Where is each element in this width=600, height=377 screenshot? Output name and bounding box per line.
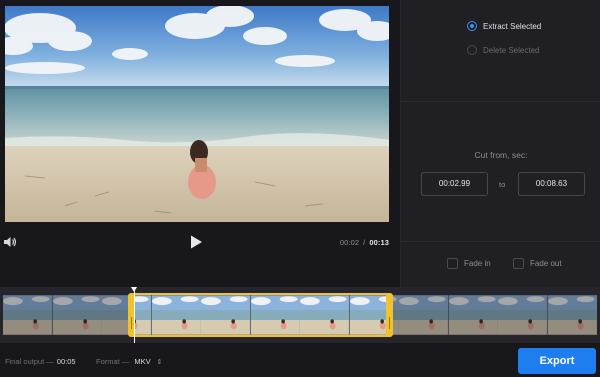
fade-out-label: Fade out (530, 259, 562, 268)
settings-panel: Extract Selected Delete Selected Cut fro… (400, 0, 600, 287)
final-output-value: 00:05 (56, 357, 76, 366)
time-separator: / (363, 238, 366, 247)
fade-in-toggle[interactable]: Fade in (447, 258, 491, 269)
format-value[interactable]: MKV (134, 357, 150, 366)
option-delete-label: Delete Selected (483, 45, 540, 55)
option-delete-selected[interactable]: Delete Selected (467, 45, 539, 55)
playhead-knob[interactable] (131, 287, 137, 292)
beach-scene-image (5, 6, 389, 222)
footer-bar: Final output —00:05 Format — MKV ⇕ Export (0, 343, 600, 377)
cut-title: Cut from, sec: (474, 150, 528, 160)
final-output: Final output —00:05 (5, 357, 76, 366)
export-button[interactable]: Export (518, 348, 596, 374)
format-selector[interactable]: Format — MKV ⇕ (96, 357, 162, 366)
fade-in-label: Fade in (464, 259, 491, 268)
timeline[interactable] (0, 287, 600, 343)
option-extract-label: Extract Selected (483, 21, 542, 31)
current-time: 00:02 (339, 238, 360, 247)
cut-to-input[interactable]: 00:08.63 (518, 172, 585, 196)
selection-range[interactable] (128, 293, 393, 337)
speaker-icon[interactable] (3, 235, 17, 249)
mode-section: Extract Selected Delete Selected (401, 0, 600, 102)
fade-section: Fade in Fade out (401, 242, 600, 287)
to-label: to (499, 180, 506, 189)
fade-out-toggle[interactable]: Fade out (513, 258, 562, 269)
playhead[interactable] (134, 287, 135, 343)
fade-out-checkbox[interactable] (513, 258, 524, 269)
play-icon[interactable] (188, 234, 204, 250)
selection-handle-left[interactable] (131, 317, 132, 329)
video-panel: 00:02/00:13 (0, 0, 400, 287)
player-controls: 00:02/00:13 (0, 226, 400, 260)
cut-from-input[interactable]: 00:02.99 (421, 172, 488, 196)
radio-delete[interactable] (467, 45, 477, 55)
total-time: 00:13 (369, 238, 389, 247)
format-label: Format — (96, 357, 130, 366)
radio-extract[interactable] (467, 21, 477, 31)
cut-section: Cut from, sec: 00:02.99 to 00:08.63 (401, 102, 600, 242)
unselected-region-right (393, 295, 597, 335)
unselected-region-left (3, 295, 128, 335)
fade-in-checkbox[interactable] (447, 258, 458, 269)
final-output-label: Final output — (5, 357, 54, 366)
time-readout: 00:02/00:13 (340, 238, 389, 247)
selection-handle-right[interactable] (389, 317, 390, 329)
video-preview[interactable] (5, 6, 389, 222)
video-cutter-app: 00:02/00:13 Extract Selected Delete Sele… (0, 0, 600, 377)
chevron-updown-icon[interactable]: ⇕ (157, 359, 163, 366)
option-extract-selected[interactable]: Extract Selected (467, 21, 541, 31)
